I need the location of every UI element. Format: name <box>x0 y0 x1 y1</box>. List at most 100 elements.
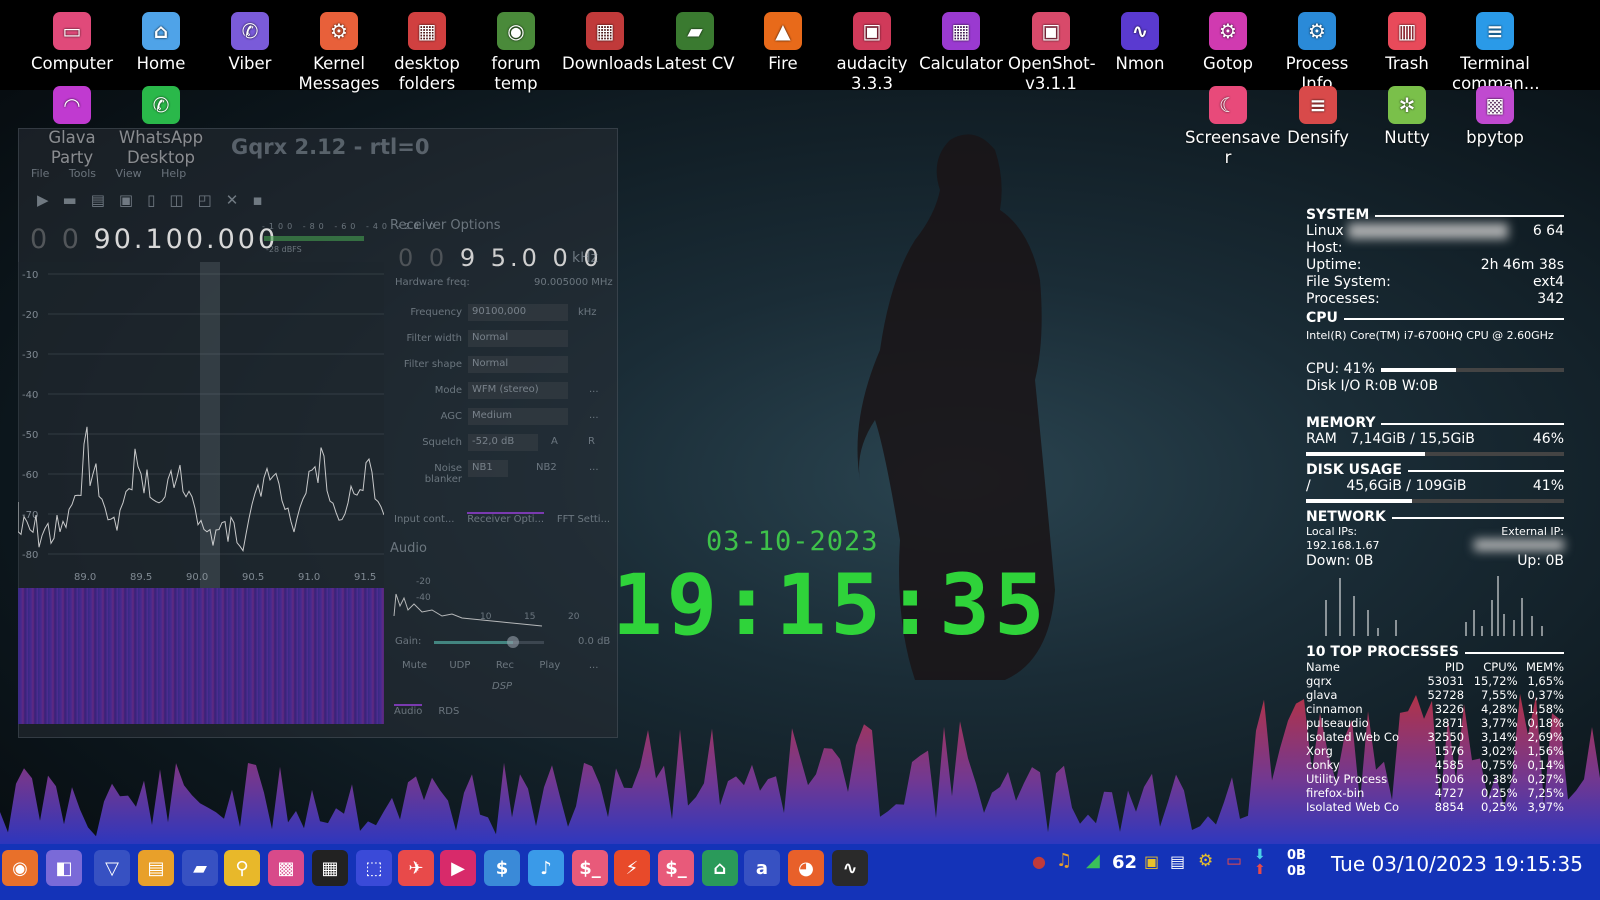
process-cell: conky <box>1306 758 1340 772</box>
squelch-auto-button[interactable]: A <box>551 436 558 447</box>
squelch-reset-button[interactable]: R <box>588 436 595 447</box>
bookmark-icon[interactable]: ▯ <box>147 191 169 209</box>
menu-file[interactable]: File <box>31 167 49 180</box>
tray-icon-red[interactable]: ● <box>1032 852 1046 871</box>
desktop-icon-label: Calculator <box>919 54 1003 73</box>
temperature-indicator[interactable]: 62 <box>1112 852 1137 873</box>
desktop-icon[interactable]: ▦ Downloads <box>562 0 653 74</box>
process-cell: 4,28% <box>1481 702 1518 716</box>
desktop-icon[interactable]: ⚙ Process Info <box>1274 0 1360 94</box>
display-icon[interactable]: ▭ <box>1226 851 1242 871</box>
menu-icon[interactable]: ◉ <box>2 850 38 886</box>
receiver-field-label: Mode <box>434 385 462 396</box>
terminal-icon[interactable]: $_ <box>572 850 608 886</box>
browser-icon[interactable]: ▽ <box>94 850 130 886</box>
receiver-field-value[interactable]: -52,0 dB <box>468 434 538 451</box>
process-cell: firefox-bin <box>1306 786 1365 800</box>
desktop-icon[interactable]: ✲ Nutty <box>1364 82 1450 148</box>
terminal-icon[interactable]: $_ <box>658 850 694 886</box>
desktop-icon[interactable]: ▦ desktop folders <box>384 0 470 94</box>
local-ip: 192.168.1.67 <box>1306 539 1380 552</box>
receiver-field-value[interactable]: WFM (stereo) <box>468 382 568 399</box>
money-icon[interactable]: $ <box>484 850 520 886</box>
desktop-icon[interactable]: ▭ Computer <box>29 0 115 74</box>
play-icon[interactable]: ▶ <box>37 191 63 209</box>
settings-icon[interactable]: ⚙ <box>1198 851 1213 871</box>
fft-icon[interactable]: ◫ <box>169 191 197 209</box>
nb2-button[interactable]: NB2 <box>536 462 557 473</box>
tab-fft-settings[interactable]: FFT Setti... <box>557 514 610 525</box>
mode-options-button[interactable]: ... <box>589 384 599 395</box>
desktop-icon[interactable]: ≡ Densify <box>1275 82 1361 148</box>
net-arrows-icon[interactable]: ⬇ ⬆ <box>1254 848 1266 878</box>
desktop-icon[interactable]: ≡ Terminal comman... <box>1452 0 1540 94</box>
process-row: pulseaudio 2871 3,77% 0,18% <box>1306 716 1564 730</box>
process-cell: Utility Process <box>1306 772 1388 786</box>
desktop-icon[interactable]: ✆ Viber <box>207 0 293 74</box>
home-clock-icon[interactable]: ⌂ <box>702 850 738 886</box>
receiver-field-value[interactable]: Medium <box>468 408 568 425</box>
menu-help[interactable]: Help <box>161 167 186 180</box>
tab-receiver-options[interactable]: Receiver Opti... <box>467 512 545 525</box>
desktop-icon[interactable]: ☾ Screensave r <box>1185 82 1280 168</box>
network-icon[interactable]: ◢ <box>1086 850 1100 871</box>
bolt-icon[interactable]: ⚡ <box>614 850 650 886</box>
desktop-icon[interactable]: ▰ Latest CV <box>652 0 738 74</box>
receiver-field-value[interactable]: Normal <box>468 356 568 373</box>
save-icon[interactable]: ▣ <box>119 191 147 209</box>
folder-camera-icon: ◉ <box>497 12 535 50</box>
video-icon[interactable]: ▶ <box>440 850 476 886</box>
desktop-icon[interactable]: ▣ OpenShot- v3.1.1 <box>1008 0 1096 94</box>
receiver-field-value[interactable]: 90100,000 <box>468 304 568 321</box>
gear-icon: ⚙ <box>1209 12 1247 50</box>
desktop-icon[interactable]: ▩ bpytop <box>1452 82 1538 148</box>
desktop-icon[interactable]: ▦ Calculator <box>918 0 1004 74</box>
tab-input-controls[interactable]: Input cont... <box>394 514 454 525</box>
workspace-icon[interactable]: ◧ <box>46 850 82 886</box>
menu-tools[interactable]: Tools <box>69 167 96 180</box>
desktop-icon[interactable]: ⚙ Kernel Messages <box>296 0 382 94</box>
tools-icon[interactable]: ✕ <box>226 191 253 209</box>
desktop-icon[interactable]: ∿ Nmon <box>1097 0 1183 74</box>
desktop-icon[interactable]: ⌂ Home <box>118 0 204 74</box>
y-tick-label: -60 <box>22 470 38 481</box>
plane-icon[interactable]: ✈ <box>398 850 434 886</box>
desktop-icon[interactable]: ▲ Fire <box>740 0 826 74</box>
chart-icon[interactable]: ▣ <box>1144 852 1159 871</box>
desktop-icon[interactable]: ▥ Trash <box>1364 0 1450 74</box>
chip-icon[interactable]: ▩ <box>268 850 304 886</box>
music-icon[interactable]: ♫ <box>1056 850 1072 871</box>
agc-options-button[interactable]: ... <box>589 410 599 421</box>
amazon-icon[interactable]: a <box>744 850 780 886</box>
gain-slider[interactable] <box>434 636 544 648</box>
process-cell: 1,56% <box>1527 744 1564 758</box>
fft-plot[interactable]: -10-20-30-40-50-60-70-8089.0 89.5 90.0 90.5… <box>18 262 384 588</box>
music-icon[interactable]: ♪ <box>528 850 564 886</box>
open-icon[interactable]: ▤ <box>91 191 119 209</box>
desktop-icon[interactable]: ⚙ Gotop <box>1185 0 1271 74</box>
audio-tick: -40 <box>416 593 431 603</box>
frequency-display[interactable]: 0 0 90.100.000 <box>30 224 278 255</box>
keyboard-icon[interactable]: ▦ <box>312 850 348 886</box>
search-icon[interactable]: ⚲ <box>224 850 260 886</box>
us-flag-icon[interactable]: ▤ <box>1170 852 1185 871</box>
screenshot-icon[interactable]: ⬚ <box>356 850 392 886</box>
receiver-field-value[interactable]: NB1 <box>468 460 508 477</box>
plugin-icon[interactable]: ▪ <box>252 191 276 209</box>
process-cell: 0,38% <box>1481 772 1518 786</box>
device-icon[interactable]: ▬ <box>63 191 91 209</box>
files-icon[interactable]: ▤ <box>138 850 174 886</box>
frequency-unit: kHz <box>578 307 597 318</box>
desktop-icon[interactable]: ◉ forum temp <box>473 0 559 94</box>
monitor-icon[interactable]: ∿ <box>832 850 868 886</box>
firefox-icon[interactable]: ◕ <box>788 850 824 886</box>
menu-view[interactable]: View <box>116 167 142 180</box>
taskbar-clock[interactable]: Tue 03/10/2023 19:15:35 <box>1331 852 1583 876</box>
window-icon[interactable]: ◰ <box>198 191 226 209</box>
filter-band[interactable] <box>200 262 220 588</box>
disk-icon[interactable]: ▰ <box>182 850 218 886</box>
receiver-field-value[interactable]: Normal <box>468 330 568 347</box>
desktop-icon[interactable]: ▣ audacity 3.3.3 <box>829 0 915 94</box>
process-cell: 3226 <box>1434 702 1465 716</box>
noise-blanker-options-button[interactable]: ... <box>589 462 599 473</box>
